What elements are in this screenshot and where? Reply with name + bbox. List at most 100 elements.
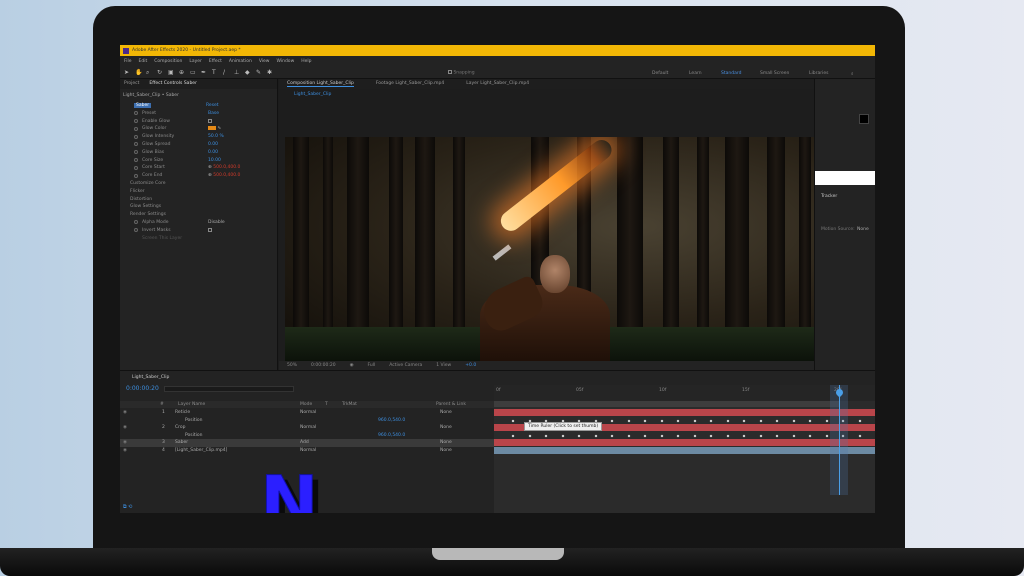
layer-row[interactable]: ◉ 2 Crop Normal None: [120, 424, 494, 432]
layer-bar-saber[interactable]: [494, 439, 875, 446]
tab-effect-controls[interactable]: Effect Controls Saber: [149, 81, 197, 87]
core-end-value[interactable]: 500.0,400.0: [213, 173, 240, 178]
keyframe-marker[interactable]: [792, 434, 795, 437]
glow-spread-value[interactable]: 0.00: [208, 142, 218, 147]
keyframe-marker[interactable]: [561, 434, 564, 437]
visibility-eye-icon[interactable]: ◉: [123, 448, 127, 453]
puppet-tool-icon[interactable]: ✱: [267, 69, 273, 76]
pen-tool-icon[interactable]: ✒: [201, 69, 207, 76]
eyedropper-icon[interactable]: ✎: [217, 127, 221, 132]
workspace-default[interactable]: Default: [652, 71, 668, 76]
crosshair-icon[interactable]: ⊕: [208, 165, 212, 170]
pan-behind-tool-icon[interactable]: ⊕: [179, 69, 185, 76]
brush-tool-icon[interactable]: /: [223, 69, 229, 76]
tab-layer[interactable]: Layer Light_Saber_Clip.mp4: [466, 81, 529, 87]
stopwatch-icon[interactable]: [134, 173, 138, 178]
crosshair-icon[interactable]: ⊕: [208, 173, 212, 178]
resolution-dropdown[interactable]: Full: [368, 363, 376, 368]
effect-row-glow-bias[interactable]: Glow Bias 0.00: [120, 149, 277, 157]
keyframe-marker[interactable]: [693, 419, 696, 422]
menu-edit[interactable]: Edit: [139, 59, 148, 64]
tab-footage[interactable]: Footage Light_Saber_Clip.mp4: [376, 81, 444, 87]
core-size-value[interactable]: 10.00: [208, 158, 221, 163]
layer-name[interactable]: Saber: [175, 440, 188, 445]
layer-bar-reticle[interactable]: [494, 409, 875, 416]
stopwatch-icon[interactable]: [134, 119, 138, 124]
effect-row-distortion[interactable]: Distortion: [120, 196, 277, 204]
visibility-eye-icon[interactable]: ◉: [123, 410, 127, 415]
timeline-tab[interactable]: Light_Saber_Clip: [132, 375, 169, 380]
effect-row-glow-color[interactable]: Glow Color ✎: [120, 125, 277, 133]
zoom-tool-icon[interactable]: ⌕: [146, 69, 152, 76]
property-value[interactable]: 960.0,540.0: [378, 418, 405, 423]
menu-file[interactable]: File: [124, 59, 132, 64]
stopwatch-icon[interactable]: [134, 126, 138, 131]
eraser-tool-icon[interactable]: ◆: [245, 69, 251, 76]
preset-dropdown[interactable]: Base: [208, 111, 219, 116]
keyframe-marker[interactable]: [858, 434, 861, 437]
roto-tool-icon[interactable]: ✎: [256, 69, 262, 76]
menu-help[interactable]: Help: [301, 59, 311, 64]
layer-name[interactable]: Crop: [175, 425, 186, 430]
keyframe-track[interactable]: [494, 431, 875, 439]
stopwatch-icon[interactable]: [134, 158, 138, 163]
effect-row-render-settings[interactable]: Render Settings: [120, 211, 277, 219]
header-trkmat[interactable]: TrkMat: [342, 402, 357, 407]
stopwatch-icon[interactable]: [134, 228, 138, 233]
keyframe-marker[interactable]: [594, 434, 597, 437]
glow-color-swatch[interactable]: [208, 126, 216, 131]
search-help-icon[interactable]: ⌕: [851, 71, 854, 77]
keyframe-marker[interactable]: [858, 419, 861, 422]
selection-tool-icon[interactable]: ➤: [124, 69, 130, 76]
timeline-timecode[interactable]: 0:00:00:20: [126, 385, 159, 392]
effect-row-alpha-mode[interactable]: Alpha Mode Disable: [120, 219, 277, 227]
alpha-mode-dropdown[interactable]: Disable: [208, 220, 225, 225]
layer-search-input[interactable]: [164, 386, 294, 392]
layer-parent[interactable]: None: [440, 440, 452, 445]
menu-window[interactable]: Window: [277, 59, 295, 64]
composition-subtab[interactable]: Light_Saber_Clip: [294, 92, 331, 97]
rectangle-tool-icon[interactable]: ▭: [190, 69, 196, 76]
layer-mode[interactable]: Add: [300, 440, 309, 445]
tab-composition[interactable]: Composition Light_Saber_Clip: [287, 81, 354, 87]
menu-view[interactable]: View: [259, 59, 270, 64]
keyframe-marker[interactable]: [825, 434, 828, 437]
effect-row-core-end[interactable]: Core End ⊕ 500.0,400.0: [120, 172, 277, 180]
workspace-small-screen[interactable]: Small Screen: [760, 71, 789, 76]
effect-row-glow-settings[interactable]: Glow Settings: [120, 203, 277, 211]
header-mode[interactable]: Mode: [300, 402, 312, 407]
layer-bar-clip[interactable]: [494, 446, 875, 454]
layer-parent[interactable]: None: [440, 410, 452, 415]
view-layout-dropdown[interactable]: 1 View: [436, 363, 451, 368]
current-time-display[interactable]: 0:00:00:20: [311, 363, 336, 368]
effect-row-glow-intensity[interactable]: Glow Intensity 50.0 %: [120, 133, 277, 141]
effect-row-preset[interactable]: Preset Base: [120, 110, 277, 118]
tracker-panel-title[interactable]: Tracker: [821, 194, 837, 199]
invert-masks-checkbox[interactable]: [208, 227, 212, 232]
menu-composition[interactable]: Composition: [154, 59, 182, 64]
layer-name[interactable]: [Light_Saber_Clip.mp4]: [175, 448, 227, 453]
core-start-value[interactable]: 500.0,400.0: [213, 165, 240, 170]
stopwatch-icon[interactable]: [134, 134, 138, 139]
tab-project[interactable]: Project: [124, 81, 139, 87]
motion-source-dropdown[interactable]: None: [857, 227, 869, 232]
hand-tool-icon[interactable]: ✋: [135, 69, 142, 76]
camera-dropdown[interactable]: Active Camera: [389, 363, 422, 368]
enable-glow-checkbox[interactable]: [208, 118, 212, 123]
effect-header-row[interactable]: Saber Reset: [120, 102, 277, 110]
header-parent[interactable]: Parent & Link: [436, 402, 466, 407]
visibility-eye-icon[interactable]: ◉: [123, 440, 127, 445]
layer-mode[interactable]: Normal: [300, 425, 316, 430]
type-tool-icon[interactable]: T: [212, 69, 218, 76]
keyframe-marker[interactable]: [528, 434, 531, 437]
layer-row-selected[interactable]: ◉ 3 Saber Add None: [120, 439, 494, 447]
keyframe-marker[interactable]: [726, 419, 729, 422]
exposure-value[interactable]: +0.0: [465, 363, 476, 368]
keyframe-marker[interactable]: [759, 419, 762, 422]
layer-row[interactable]: ◉ 1 Reticle Normal None: [120, 409, 494, 417]
stopwatch-icon[interactable]: [134, 165, 138, 170]
keyframe-marker[interactable]: [693, 434, 696, 437]
property-value[interactable]: 960.0,540.0: [378, 433, 405, 438]
layer-mode[interactable]: Normal: [300, 448, 316, 453]
magnification-dropdown[interactable]: 50%: [287, 363, 297, 368]
